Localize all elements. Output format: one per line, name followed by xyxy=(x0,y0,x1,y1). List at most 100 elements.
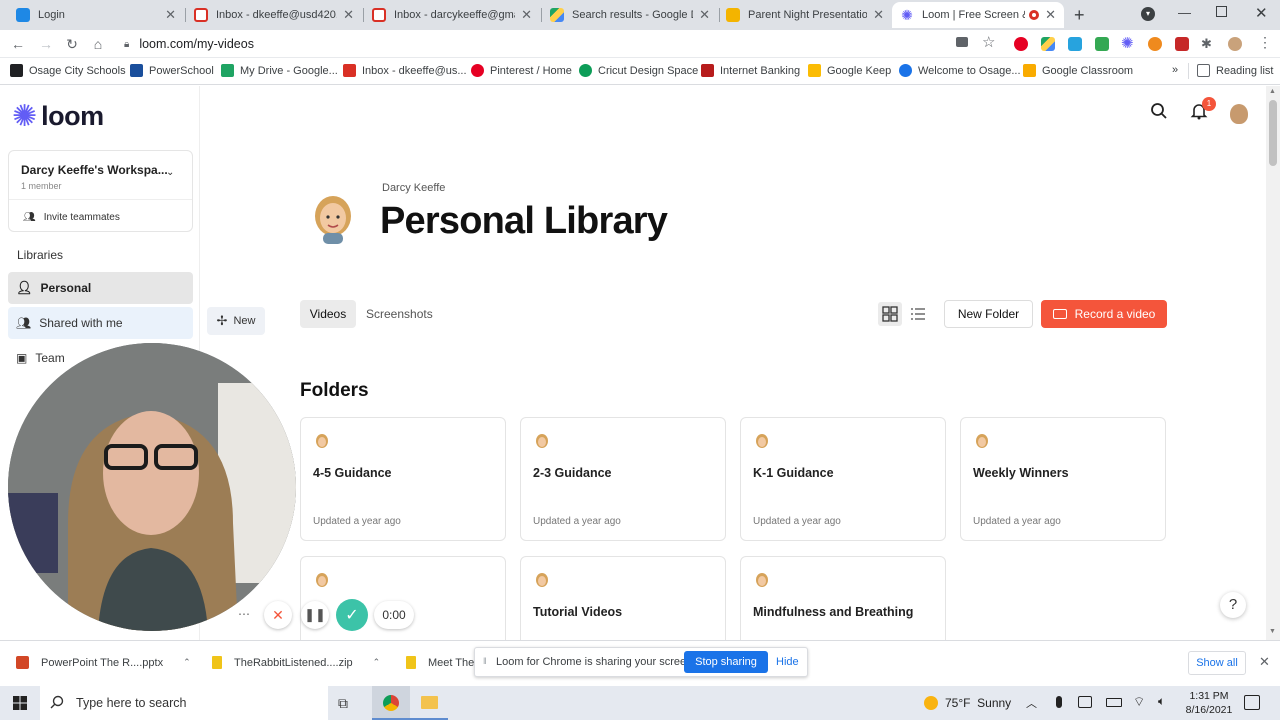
bookmark-internet-banking[interactable]: Internet Banking xyxy=(701,64,800,77)
task-view-icon[interactable]: ⧉ xyxy=(338,695,348,712)
loom-logo[interactable]: ✺ loom xyxy=(12,101,104,132)
pause-recording-icon[interactable]: ❚❚ xyxy=(301,601,329,629)
back-arrow-icon[interactable]: ← xyxy=(8,34,28,54)
adblock-extension-icon[interactable] xyxy=(1175,37,1189,51)
folder-card[interactable]: Mindfulness and Breathing xyxy=(740,556,946,646)
close-tab-icon[interactable]: ✕ xyxy=(699,7,710,23)
extension-icon[interactable] xyxy=(1148,37,1162,51)
bookmark-cricut[interactable]: Cricut Design Space xyxy=(579,64,698,77)
tab-loom[interactable]: ✺ Loom | Free Screen & V ✕ xyxy=(892,2,1064,28)
folder-card[interactable]: Tutorial Videos xyxy=(520,556,726,646)
minimize-window-button[interactable]: — xyxy=(1178,5,1191,20)
bookmark-pinterest[interactable]: Pinterest / Home xyxy=(471,64,572,77)
workspace-chevron-down-icon[interactable]: ⌄ xyxy=(166,167,174,178)
show-hidden-icons[interactable]: ︿ xyxy=(1026,695,1037,711)
reading-list-button[interactable]: Reading list xyxy=(1197,64,1273,77)
close-downloads-icon[interactable]: ✕ xyxy=(1259,654,1270,670)
notification-center-icon[interactable] xyxy=(1244,695,1260,710)
volume-icon[interactable]: 🔈︎ xyxy=(1158,694,1165,709)
taskbar-search-box[interactable]: Type here to search xyxy=(40,686,328,720)
pinterest-extension-icon[interactable] xyxy=(1014,37,1028,51)
user-avatar[interactable] xyxy=(1230,104,1248,124)
download-item[interactable]: Meet The xyxy=(406,656,474,669)
list-view-icon[interactable] xyxy=(906,302,930,326)
microphone-icon[interactable] xyxy=(1056,696,1062,708)
home-icon[interactable]: ⌂ xyxy=(88,34,108,54)
tab-screenshots[interactable]: Screenshots xyxy=(366,307,433,321)
download-item[interactable]: TheRabbitListened....zip ⌃ xyxy=(212,656,380,669)
chrome-taskbar-button[interactable] xyxy=(372,686,410,720)
new-folder-button[interactable]: New Folder xyxy=(944,300,1033,328)
tab-google-drive[interactable]: Search results - Google Drive ✕ xyxy=(542,2,718,28)
invite-teammates-button[interactable]: 👥︎ Invite teammates xyxy=(23,212,120,223)
system-clock[interactable]: 1:31 PM 8/16/2021 xyxy=(1184,689,1234,717)
chevron-up-icon[interactable]: ⌃ xyxy=(373,657,381,668)
sidebar-item-personal[interactable]: 👤︎ Personal xyxy=(8,272,193,304)
close-tab-icon[interactable]: ✕ xyxy=(1045,7,1056,23)
bookmark-star-icon[interactable]: ☆ xyxy=(982,33,995,51)
file-explorer-taskbar-button[interactable] xyxy=(410,686,448,720)
bookmark-my-drive[interactable]: My Drive - Google... xyxy=(221,64,338,77)
webcam-bubble[interactable] xyxy=(8,343,296,631)
more-bookmarks-icon[interactable]: » xyxy=(1172,64,1178,76)
tab-videos[interactable]: Videos xyxy=(300,300,356,328)
profile-avatar[interactable] xyxy=(1228,37,1242,51)
page-scrollbar[interactable]: ▲ ▼ xyxy=(1266,86,1280,640)
chevron-up-icon[interactable]: ⌃ xyxy=(183,657,191,668)
show-all-downloads-button[interactable]: Show all xyxy=(1188,651,1246,675)
wifi-icon[interactable]: ⌔ xyxy=(1133,694,1145,710)
new-button[interactable]: ✢ New xyxy=(207,307,265,335)
close-tab-icon[interactable]: ✕ xyxy=(873,7,884,23)
finish-recording-icon[interactable]: ✓ xyxy=(336,599,368,631)
address-bar[interactable]: 🔒︎ loom.com/my-videos ☆ xyxy=(116,32,1006,56)
loom-extension-icon[interactable]: ✺ xyxy=(1121,36,1135,51)
windows-start-icon[interactable] xyxy=(13,696,27,710)
bookmark-google-classroom[interactable]: Google Classroom xyxy=(1023,64,1133,77)
tab-login[interactable]: Login ✕ xyxy=(8,2,184,28)
classroom-extension-icon[interactable] xyxy=(1095,37,1109,51)
forward-arrow-icon[interactable]: → xyxy=(36,34,56,54)
close-tab-icon[interactable]: ✕ xyxy=(165,7,176,23)
reload-icon[interactable]: ↻ xyxy=(62,34,82,54)
drive-extension-icon[interactable] xyxy=(1041,37,1055,51)
browser-menu-icon[interactable]: ⋮ xyxy=(1258,34,1272,51)
meet-now-icon[interactable] xyxy=(1078,696,1092,708)
record-video-button[interactable]: Record a video xyxy=(1041,300,1167,328)
drag-handle-icon[interactable]: ‖ xyxy=(483,656,487,666)
folder-card[interactable]: Weekly Winners Updated a year ago xyxy=(960,417,1166,541)
scroll-down-icon[interactable]: ▼ xyxy=(1269,628,1276,635)
folder-card[interactable]: 2-3 Guidance Updated a year ago xyxy=(520,417,726,541)
sidebar-item-shared-with-me[interactable]: 👥︎ Shared with me xyxy=(8,307,193,339)
weather-text[interactable]: 75°F Sunny xyxy=(945,696,1011,710)
bookmark-inbox[interactable]: Inbox - dkeeffe@us... xyxy=(343,64,467,77)
close-tab-icon[interactable]: ✕ xyxy=(521,7,532,23)
close-tab-icon[interactable]: ✕ xyxy=(343,7,354,23)
screencastify-extension-icon[interactable] xyxy=(1068,37,1082,51)
help-button[interactable]: ? xyxy=(1220,592,1246,618)
stop-sharing-button[interactable]: Stop sharing xyxy=(684,651,768,673)
new-tab-button[interactable]: + xyxy=(1074,5,1085,26)
close-window-button[interactable]: ✕ xyxy=(1255,4,1268,22)
download-item[interactable]: PowerPoint The R....pptx ⌃ xyxy=(16,656,191,669)
grid-view-icon[interactable] xyxy=(878,302,902,326)
battery-icon[interactable] xyxy=(1106,698,1122,707)
maximize-window-button[interactable] xyxy=(1216,6,1227,17)
recorder-more-icon[interactable]: ⋯ xyxy=(238,607,250,621)
tab-parent-night[interactable]: Parent Night Presentation - ✕ xyxy=(718,2,892,28)
folder-card[interactable]: K-1 Guidance Updated a year ago xyxy=(740,417,946,541)
tab-search-icon[interactable]: ▾ xyxy=(1141,7,1155,21)
bookmark-osage-city-schools[interactable]: Osage City Schools xyxy=(10,64,126,77)
search-icon[interactable] xyxy=(1150,102,1168,125)
tab-inbox-work[interactable]: Inbox - dkeeffe@usd420.org ✕ xyxy=(186,2,362,28)
scroll-up-icon[interactable]: ▲ xyxy=(1269,88,1276,95)
extensions-puzzle-icon[interactable]: ✱ xyxy=(1201,37,1215,51)
scrollbar-thumb[interactable] xyxy=(1269,100,1277,166)
workspace-name[interactable]: Darcy Keeffe's Workspa... xyxy=(21,163,168,177)
folder-card[interactable]: 4-5 Guidance Updated a year ago xyxy=(300,417,506,541)
cancel-recording-icon[interactable]: ✕ xyxy=(264,601,292,629)
bookmark-welcome-osage[interactable]: Welcome to Osage... xyxy=(899,64,1021,77)
camera-in-use-icon[interactable] xyxy=(956,37,968,47)
tab-inbox-personal[interactable]: Inbox - darcykeeffe@gmail.com ✕ xyxy=(364,2,540,28)
hide-share-bar-button[interactable]: Hide xyxy=(776,656,799,668)
bookmark-powerschool[interactable]: PowerSchool xyxy=(130,64,214,77)
